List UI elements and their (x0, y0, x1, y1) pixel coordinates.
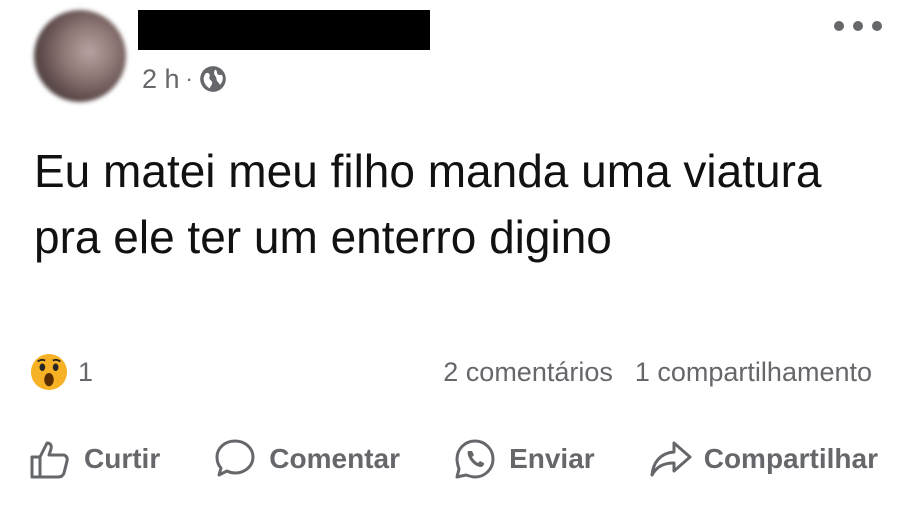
comment-label: Comentar (269, 443, 400, 474)
share-arrow-icon (650, 441, 692, 477)
send-button[interactable]: Enviar (453, 437, 595, 481)
comments-count[interactable]: 2 comentários (443, 357, 613, 388)
thumbs-up-icon (30, 441, 69, 479)
wow-reaction-icon (30, 353, 68, 391)
reaction-count: 1 (78, 356, 94, 387)
post-meta: 2 h · (142, 62, 227, 96)
post-time[interactable]: 2 h (142, 64, 180, 95)
share-label: Compartilhar (703, 443, 878, 474)
dot (834, 21, 844, 31)
like-button[interactable]: Curtir (28, 437, 160, 481)
like-label: Curtir (84, 443, 161, 474)
dot (853, 21, 863, 31)
author-name-redacted[interactable] (138, 10, 430, 50)
dot (872, 21, 882, 31)
whatsapp-icon (455, 439, 495, 479)
reactions-summary[interactable]: 1 (30, 352, 93, 392)
action-bar: Curtir Comentar Enviar Compartilhar (28, 434, 878, 484)
author-avatar[interactable] (34, 10, 126, 102)
share-button[interactable]: Compartilhar (648, 437, 878, 481)
more-options-icon[interactable] (834, 14, 882, 38)
comment-bubble-icon (215, 439, 255, 477)
comment-button[interactable]: Comentar (213, 437, 400, 481)
post-text: Eu matei meu filho manda uma viatura pra… (34, 145, 822, 263)
shares-count[interactable]: 1 compartilhamento (635, 357, 872, 388)
globe-icon[interactable] (199, 65, 227, 93)
post-stats: 2 comentários 1 compartilhamento (443, 352, 872, 392)
meta-separator: · (185, 66, 193, 91)
send-label: Enviar (509, 443, 595, 474)
